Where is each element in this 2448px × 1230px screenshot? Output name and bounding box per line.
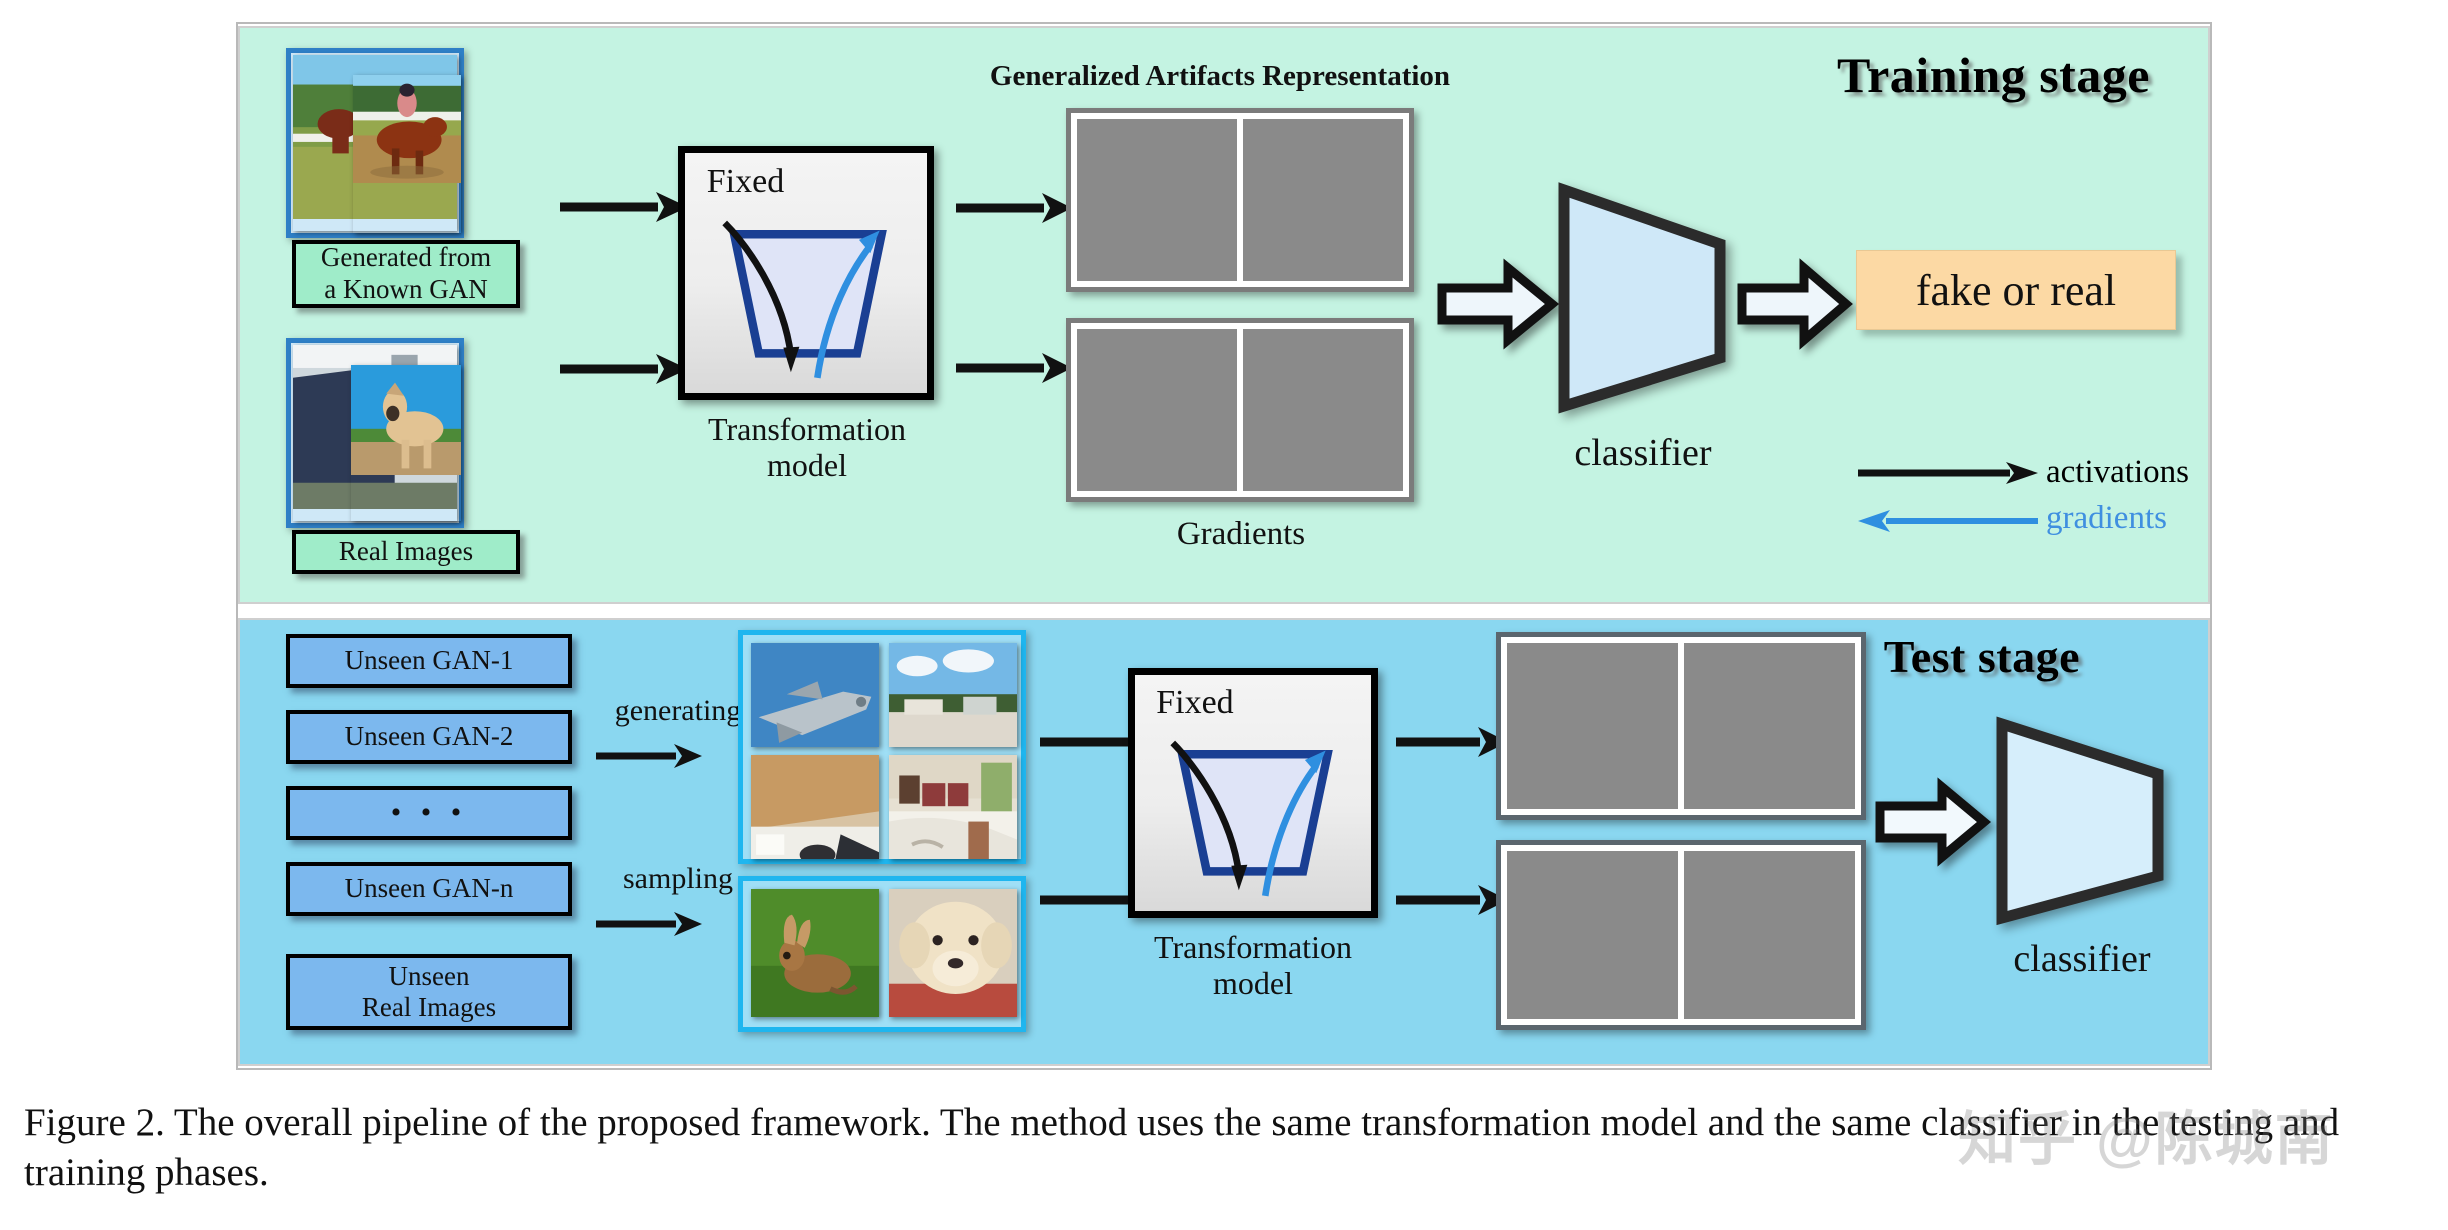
generalized-artifacts-representation-title: Generalized Artifacts Representation (989, 60, 1451, 92)
generated-label-line2: a Known GAN (324, 274, 488, 304)
legend: activations gradients (1858, 452, 2258, 548)
legend-arrow-gradients-icon (1858, 510, 2038, 532)
block-arrow-to-classifier-test (1875, 777, 1992, 867)
block-arrow-to-output (1737, 258, 1853, 350)
generated-image-thumbnail-group (286, 48, 464, 238)
artifacts-representation-panel-top (1066, 108, 1414, 292)
test-image-landscape (889, 643, 1017, 747)
artifact-tile-test-4 (1684, 851, 1855, 1019)
arrow-transformation-to-gradients-test (1396, 884, 1508, 916)
artifact-tile-test-3 (1507, 851, 1678, 1019)
artifact-tile-4 (1243, 329, 1403, 491)
real-image-label: Real Images (292, 530, 520, 574)
unseen-gan-n-box: Unseen GAN-n (286, 862, 572, 916)
unseen-real-images-box: Unseen Real Images (286, 954, 572, 1030)
real-image-thumbnail-group (286, 338, 464, 528)
real-test-image-grid (738, 876, 1026, 1032)
generated-image-front (353, 75, 461, 233)
figure-caption: Figure 2. The overall pipeline of the pr… (24, 1101, 2340, 1194)
test-stage-title: Test stage (1883, 631, 2080, 682)
artifact-tile-test-2 (1684, 643, 1855, 809)
artifact-tile-test-1 (1507, 643, 1678, 809)
test-image-dog (889, 889, 1017, 1017)
legend-arrow-activations-icon (1858, 462, 2038, 484)
block-arrow-to-classifier-training (1437, 258, 1560, 350)
classifier-shape-training (1554, 182, 1730, 414)
transformation-model-caption-test: Transformation model (1154, 929, 1352, 1001)
test-image-airplane (751, 643, 879, 747)
generated-label-line1: Generated from (320, 242, 492, 273)
transformation-model-caption-training: Transformation model (708, 411, 906, 483)
transformation-model-box-training: Fixed (678, 146, 934, 400)
legend-row-activations: activations (1858, 452, 2258, 498)
test-image-bedroom-1 (751, 755, 879, 859)
artifacts-representation-panel-bottom (1066, 318, 1414, 502)
artifacts-panel-test-bottom (1496, 840, 1866, 1030)
test-image-bedroom-2 (889, 755, 1017, 859)
unseen-gan-ellipsis-box: • • • (286, 786, 572, 840)
gradients-label: Gradients (1176, 516, 1306, 552)
transformation-model-box-test: Fixed (1128, 668, 1378, 918)
arrow-real-to-transformation (560, 352, 688, 386)
arrow-sampling (596, 910, 702, 938)
artifacts-panel-test-top (1496, 632, 1866, 820)
unseen-real-line1: Unseen (388, 960, 470, 991)
classifier-label-training: classifier (1574, 432, 1712, 474)
arrow-generated-to-transformation (560, 190, 688, 224)
training-stage-title: Training stage (1836, 47, 2150, 103)
artifact-tile-2 (1243, 119, 1403, 281)
unseen-gan-1-box: Unseen GAN-1 (286, 634, 572, 688)
arrow-transformation-to-artifacts (956, 192, 1072, 224)
test-image-rabbit (751, 889, 879, 1017)
generated-test-image-grid (738, 630, 1026, 864)
legend-row-gradients: gradients (1858, 498, 2258, 544)
arrow-transformation-to-artifacts-test (1396, 726, 1508, 758)
classifier-label-test: classifier (2013, 938, 2151, 980)
output-chip-fake-or-real: fake or real (1856, 250, 2176, 330)
unseen-gan-2-box: Unseen GAN-2 (286, 710, 572, 764)
arrow-generating (596, 742, 702, 770)
legend-label-gradients: gradients (2046, 500, 2167, 536)
real-image-front (351, 365, 461, 521)
unseen-real-line2: Real Images (361, 992, 497, 1022)
generated-image-label: Generated from a Known GAN (292, 240, 520, 308)
artifact-tile-1 (1077, 119, 1237, 281)
classifier-shape-test (1992, 716, 2168, 926)
legend-label-activations: activations (2046, 454, 2189, 490)
artifact-tile-3 (1077, 329, 1237, 491)
arrow-transformation-to-gradients (956, 352, 1072, 384)
